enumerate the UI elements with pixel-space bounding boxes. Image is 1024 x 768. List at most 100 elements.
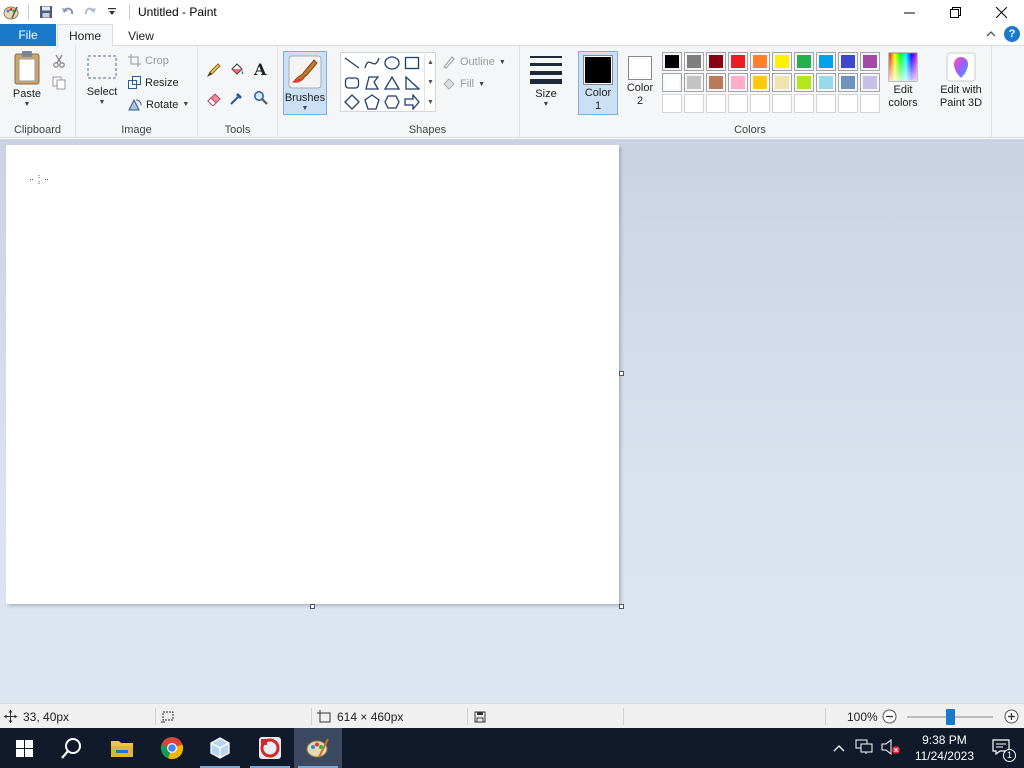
collapse-ribbon-icon[interactable] xyxy=(986,27,996,41)
palette-swatch[interactable] xyxy=(860,52,880,71)
color2-button[interactable]: Color 2 xyxy=(622,56,658,108)
search-button[interactable] xyxy=(48,728,96,768)
palette-swatch[interactable] xyxy=(816,52,836,71)
palette-swatch[interactable] xyxy=(794,52,814,71)
notifications-button[interactable]: 1 xyxy=(992,738,1016,762)
network-icon[interactable] xyxy=(855,739,873,758)
palette-swatch[interactable] xyxy=(728,52,748,71)
pentagon-shape[interactable] xyxy=(362,92,382,112)
palette-swatch[interactable] xyxy=(794,73,814,92)
eraser-tool[interactable] xyxy=(206,90,222,106)
app-button[interactable] xyxy=(246,728,294,768)
resize-button[interactable]: Resize xyxy=(128,76,179,89)
palette-swatch[interactable] xyxy=(750,73,770,92)
edit-with-paint3d-button[interactable]: Edit with Paint 3D xyxy=(934,52,988,110)
fill-button[interactable]: Fill ▼ xyxy=(442,77,485,91)
shapes-scrollbar[interactable]: ▲ ▼ ▼ xyxy=(424,52,436,112)
line-shape[interactable] xyxy=(342,53,362,73)
zoom-slider-thumb[interactable] xyxy=(946,709,955,725)
redo-icon[interactable] xyxy=(79,1,101,23)
chrome-button[interactable] xyxy=(148,728,196,768)
custom-color-slot[interactable] xyxy=(860,94,880,113)
paint-app-icon[interactable] xyxy=(0,1,22,23)
tab-view[interactable]: View xyxy=(113,24,169,47)
more-shapes-icon[interactable]: ▼ xyxy=(427,99,434,106)
palette-swatch[interactable] xyxy=(684,52,704,71)
undo-icon[interactable] xyxy=(57,1,79,23)
palette-swatch[interactable] xyxy=(772,73,792,92)
custom-color-slot[interactable] xyxy=(706,94,726,113)
fill-tool[interactable] xyxy=(229,62,245,78)
palette-swatch[interactable] xyxy=(860,73,880,92)
scroll-up-icon[interactable]: ▲ xyxy=(427,59,434,66)
customize-qa-icon[interactable] xyxy=(101,1,123,23)
hexagon-shape[interactable] xyxy=(382,92,402,112)
custom-color-slot[interactable] xyxy=(794,94,814,113)
cut-button[interactable] xyxy=(52,54,66,68)
title-bar: Untitled - Paint xyxy=(0,0,1024,24)
paste-button[interactable]: Paste ▼ xyxy=(6,50,48,108)
start-button[interactable] xyxy=(0,728,48,768)
palette-swatch[interactable] xyxy=(684,73,704,92)
resize-handle-bottom[interactable] xyxy=(310,604,315,609)
paint-taskbar-button[interactable] xyxy=(294,728,342,768)
color-picker-tool[interactable] xyxy=(229,90,245,106)
minimize-button[interactable] xyxy=(886,0,932,24)
custom-color-slot[interactable] xyxy=(662,94,682,113)
brushes-button[interactable]: Brushes ▼ xyxy=(283,51,327,115)
size-button[interactable]: Size ▼ xyxy=(526,50,566,108)
right-arrow-shape[interactable] xyxy=(402,92,422,112)
select-button[interactable]: Select ▼ xyxy=(82,50,122,106)
maximize-button[interactable] xyxy=(932,0,978,24)
crop-button[interactable]: Crop xyxy=(128,54,169,67)
custom-color-slot[interactable] xyxy=(684,94,704,113)
outline-button[interactable]: Outline ▼ xyxy=(442,55,506,69)
palette-swatch[interactable] xyxy=(750,52,770,71)
pencil-tool[interactable] xyxy=(206,62,222,78)
palette-swatch[interactable] xyxy=(838,73,858,92)
rectangle-shape[interactable] xyxy=(402,53,422,73)
show-hidden-icons[interactable] xyxy=(833,741,845,755)
volume-muted-icon[interactable] xyxy=(881,738,901,758)
virtualbox-button[interactable] xyxy=(196,728,244,768)
palette-swatch[interactable] xyxy=(662,52,682,71)
scroll-down-icon[interactable]: ▼ xyxy=(427,79,434,86)
polygon-shape[interactable] xyxy=(362,73,382,93)
drawing-canvas[interactable] xyxy=(6,145,619,604)
palette-swatch[interactable] xyxy=(772,52,792,71)
resize-handle-corner[interactable] xyxy=(619,604,624,609)
palette-swatch[interactable] xyxy=(816,73,836,92)
rotate-button[interactable]: Rotate ▼ xyxy=(128,98,189,111)
custom-color-slot[interactable] xyxy=(772,94,792,113)
edit-colors-button[interactable]: Edit colors xyxy=(882,52,924,110)
custom-color-slot[interactable] xyxy=(728,94,748,113)
resize-handle-right[interactable] xyxy=(619,371,624,376)
custom-color-slot[interactable] xyxy=(838,94,858,113)
oval-shape[interactable] xyxy=(382,53,402,73)
tab-file[interactable]: File xyxy=(0,24,56,46)
color1-button[interactable]: Color 1 xyxy=(578,51,618,115)
palette-swatch[interactable] xyxy=(838,52,858,71)
palette-swatch[interactable] xyxy=(706,73,726,92)
palette-swatch[interactable] xyxy=(662,73,682,92)
copy-button[interactable] xyxy=(52,76,66,90)
triangle-shape[interactable] xyxy=(382,73,402,93)
curve-shape[interactable] xyxy=(362,53,382,73)
text-tool[interactable]: A xyxy=(253,60,269,78)
diamond-shape[interactable] xyxy=(342,92,362,112)
custom-color-slot[interactable] xyxy=(816,94,836,113)
clock[interactable]: 9:38 PM 11/24/2023 xyxy=(915,732,974,764)
palette-swatch[interactable] xyxy=(706,52,726,71)
magnifier-tool[interactable] xyxy=(253,90,269,106)
custom-color-slot[interactable] xyxy=(750,94,770,113)
file-explorer-button[interactable] xyxy=(98,728,146,768)
tab-home[interactable]: Home xyxy=(57,24,113,47)
zoom-in-button[interactable] xyxy=(1004,704,1019,729)
close-button[interactable] xyxy=(978,0,1024,24)
help-icon[interactable]: ? xyxy=(1004,26,1020,42)
right-triangle-shape[interactable] xyxy=(402,73,422,93)
save-icon[interactable] xyxy=(35,1,57,23)
rounded-rectangle-shape[interactable] xyxy=(342,73,362,93)
zoom-out-button[interactable] xyxy=(882,704,897,729)
palette-swatch[interactable] xyxy=(728,73,748,92)
